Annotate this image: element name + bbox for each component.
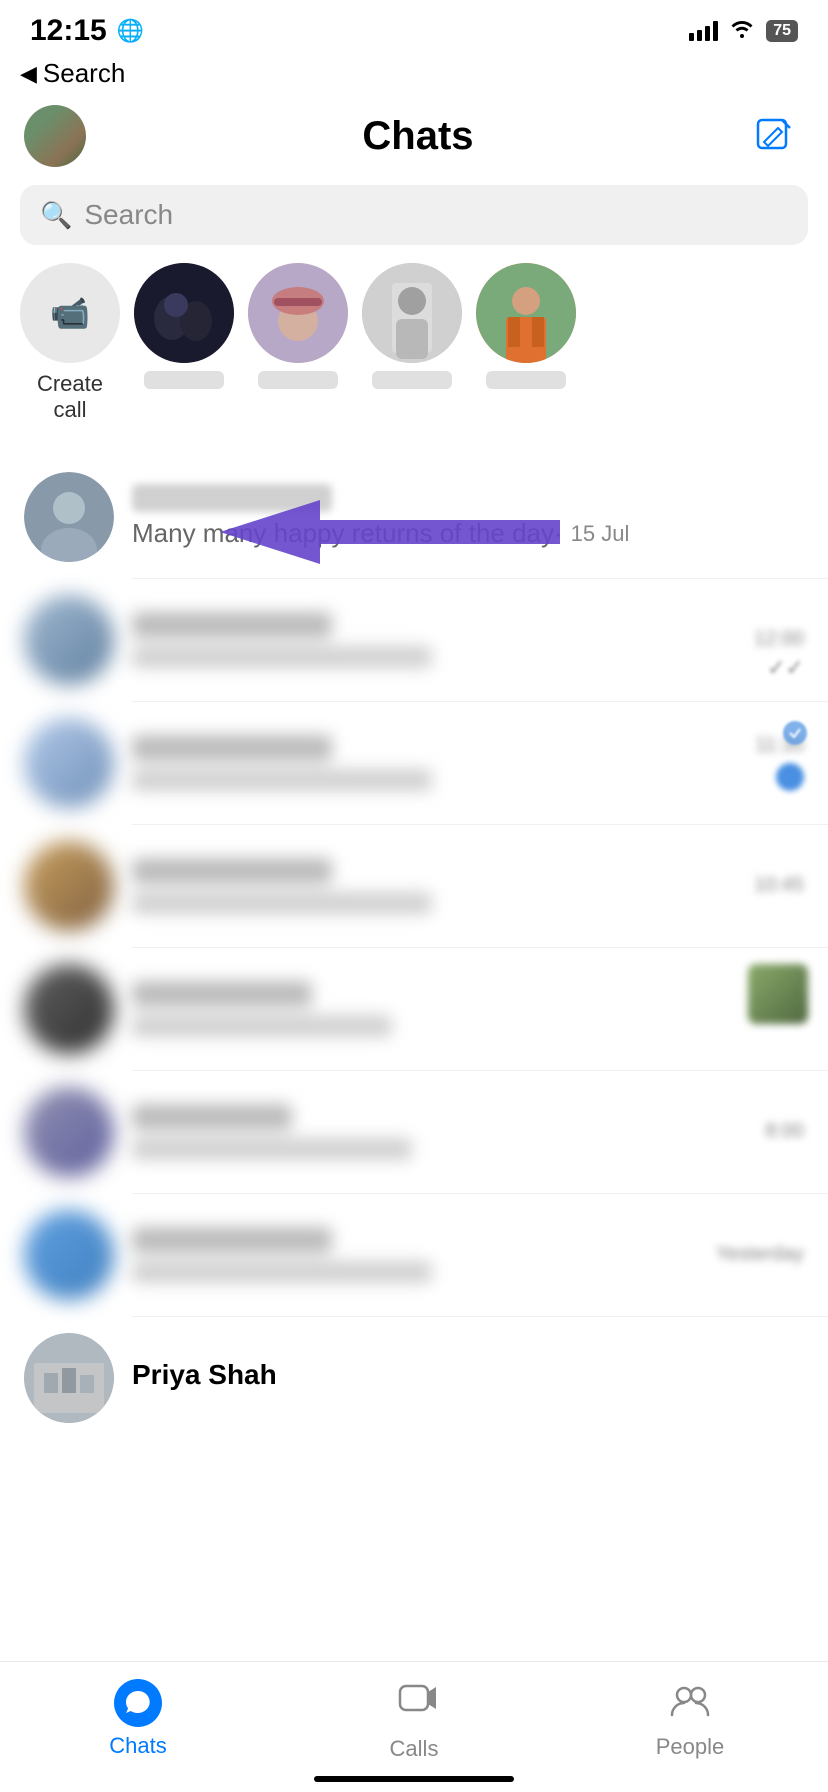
arrow-annotation [220,492,560,577]
nav-calls[interactable]: Calls [344,1676,484,1762]
header: Chats [0,99,828,179]
story-item-1[interactable] [134,263,234,389]
search-input[interactable]: Search [84,199,173,231]
blurred-chat-2[interactable]: 11:30 [0,702,828,824]
priya-shah-avatar [24,1333,114,1423]
blurred-time-6: Yesterday [716,1243,804,1266]
featured-chat-time: 15 Jul [571,521,630,547]
blurred-avatar-4 [24,964,114,1054]
chats-icon [114,1679,162,1727]
create-call-button[interactable]: 📹 [20,263,120,363]
signal-icon [689,21,718,41]
nav-chats[interactable]: Chats [68,1679,208,1759]
story-name-4 [486,371,566,389]
page-title: Chats [362,114,473,159]
priya-shah-chat-item[interactable]: Priya Shah [0,1317,828,1623]
blurred-avatar-5 [24,1087,114,1177]
blurred-avatar-1 [24,595,114,685]
blurred-avatar-3 [24,841,114,931]
blurred-content-2 [132,735,737,791]
blurred-chat-1[interactable]: 12:00 ✓✓ [0,579,828,701]
status-time: 12:15 [30,14,107,48]
blurred-chat-4[interactable]: 9:15 [0,948,828,1070]
blurred-content-6 [132,1227,698,1283]
people-icon [668,1679,712,1728]
story-name-1 [144,371,224,389]
blurred-chat-5[interactable]: 8:00 [0,1071,828,1193]
create-call-label: Createcall [37,371,103,424]
back-label[interactable]: Search [43,58,125,89]
story-avatar-3 [362,263,462,363]
featured-chat-item[interactable]: Many many happy returns of the day· 15 J… [0,456,828,578]
search-bar[interactable]: 🔍 Search [20,185,808,245]
back-row[interactable]: ◀ Search [0,54,828,99]
blurred-avatar-6 [24,1210,114,1300]
blurred-time-1: 12:00 [754,628,804,651]
status-bar: 12:15 🌐 75 [0,0,828,54]
calls-tab-label: Calls [390,1736,439,1762]
home-indicator [314,1776,514,1782]
read-ticks-1: ✓✓ [767,655,804,681]
story-avatar-1 [134,263,234,363]
bottom-nav: Chats Calls People [0,1661,828,1792]
search-bar-container: 🔍 Search [0,179,828,263]
blurred-content-5 [132,1104,747,1160]
status-icons: 75 [689,18,798,44]
blurred-chat-6[interactable]: Yesterday [0,1194,828,1316]
story-row: 📹 Createcall [0,263,828,424]
blurred-content-4 [132,981,747,1037]
wifi-icon [728,18,756,44]
blurred-time-3: 10:45 [754,874,804,897]
globe-icon: 🌐 [117,18,144,44]
priya-shah-name: Priya Shah [132,1359,277,1391]
chats-tab-label: Chats [109,1733,166,1759]
story-item-4[interactable] [476,263,576,389]
create-call-item[interactable]: 📹 Createcall [20,263,120,424]
priya-shah-content: Priya Shah [132,1359,804,1397]
story-item-3[interactable] [362,263,462,389]
nav-people[interactable]: People [620,1679,760,1760]
status-icon-2 [782,720,808,751]
calls-icon [392,1676,436,1730]
featured-chat-avatar [24,472,114,562]
blurred-avatar-2 [24,718,114,808]
battery-icon: 75 [766,20,798,42]
blurred-content-1 [132,612,736,668]
back-arrow-icon: ◀ [20,61,37,87]
thumbnail-4 [748,964,808,1024]
story-name-2 [258,371,338,389]
story-avatar-4 [476,263,576,363]
story-item-2[interactable] [248,263,348,389]
story-name-3 [372,371,452,389]
video-plus-icon: 📹 [50,294,90,332]
compose-button[interactable] [750,112,798,160]
blurred-chat-3[interactable]: 10:45 [0,825,828,947]
people-tab-label: People [656,1734,725,1760]
chat-list: Many many happy returns of the day· 15 J… [0,456,828,1623]
search-icon: 🔍 [40,200,72,231]
blurred-content-3 [132,858,736,914]
blurred-time-5: 8:00 [765,1120,804,1143]
unread-badge-2 [776,763,804,791]
user-avatar[interactable] [24,105,86,167]
story-avatar-2 [248,263,348,363]
